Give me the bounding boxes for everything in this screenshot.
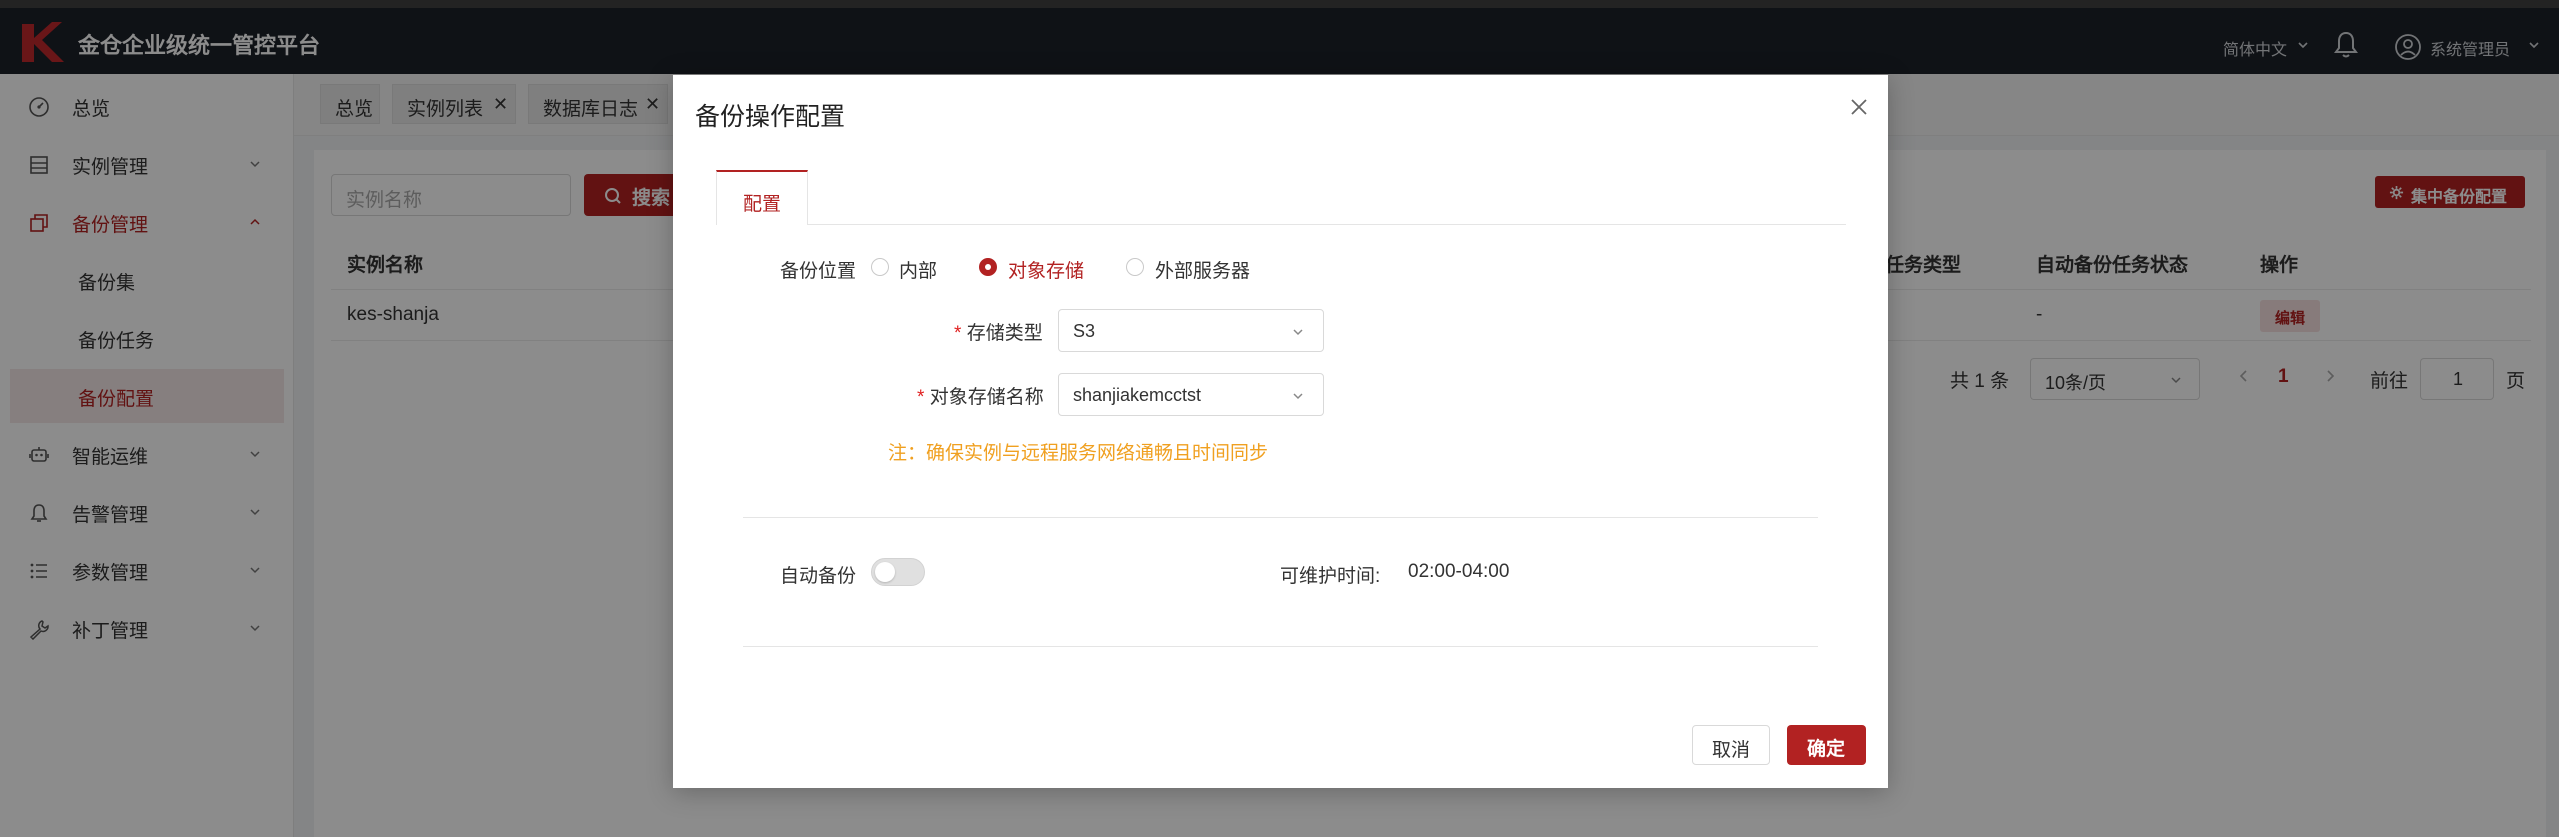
radio-object-storage[interactable] bbox=[979, 258, 997, 276]
tab-config[interactable]: 配置 bbox=[716, 170, 808, 225]
storage-type-select[interactable]: S3 bbox=[1058, 309, 1324, 352]
cancel-button-label: 取消 bbox=[1712, 740, 1751, 761]
radio-label-external-server[interactable]: 外部服务器 bbox=[1155, 256, 1250, 283]
storage-type-label-text: 存储类型 bbox=[966, 323, 1043, 344]
maintenance-time-label: 可维护时间: bbox=[1280, 566, 1381, 587]
divider bbox=[743, 646, 1818, 647]
radio-internal[interactable] bbox=[871, 258, 889, 276]
toggle-knob bbox=[875, 562, 895, 582]
chevron-down-icon bbox=[1293, 329, 1303, 336]
storage-type-value: S3 bbox=[1073, 321, 1096, 341]
confirm-button-label: 确定 bbox=[1807, 739, 1846, 760]
cancel-button[interactable]: 取消 bbox=[1692, 725, 1770, 765]
auto-backup-label: 自动备份 bbox=[780, 566, 857, 587]
confirm-button[interactable]: 确定 bbox=[1787, 725, 1866, 765]
radio-label-object-storage[interactable]: 对象存储 bbox=[1008, 256, 1084, 283]
backup-config-dialog: 备份操作配置 配置 bbox=[673, 75, 1888, 788]
close-icon[interactable] bbox=[1847, 95, 1871, 119]
chevron-down-icon bbox=[1293, 393, 1303, 400]
maintenance-time-value: 02:00-04:00 bbox=[1408, 561, 1510, 582]
radio-label-internal[interactable]: 内部 bbox=[899, 256, 937, 283]
tab-label: 配置 bbox=[743, 194, 782, 215]
dialog-title: 备份操作配置 bbox=[695, 103, 846, 131]
divider bbox=[743, 517, 1818, 518]
radio-external-server[interactable] bbox=[1126, 258, 1144, 276]
storage-name-label-text: 对象存储名称 bbox=[929, 387, 1044, 408]
backup-location-label: 备份位置 bbox=[780, 261, 857, 282]
storage-name-select[interactable]: shanjiakemcctst bbox=[1058, 373, 1324, 416]
tab-strip-line bbox=[716, 224, 1846, 225]
auto-backup-toggle[interactable] bbox=[871, 558, 925, 586]
network-note: 注：确保实例与远程服务网络通畅且时间同步 bbox=[888, 443, 1269, 464]
storage-name-value: shanjiakemcctst bbox=[1073, 385, 1202, 405]
storage-name-label: * 对象存储名称 bbox=[917, 387, 1044, 408]
storage-type-label: * 存储类型 bbox=[954, 323, 1043, 344]
